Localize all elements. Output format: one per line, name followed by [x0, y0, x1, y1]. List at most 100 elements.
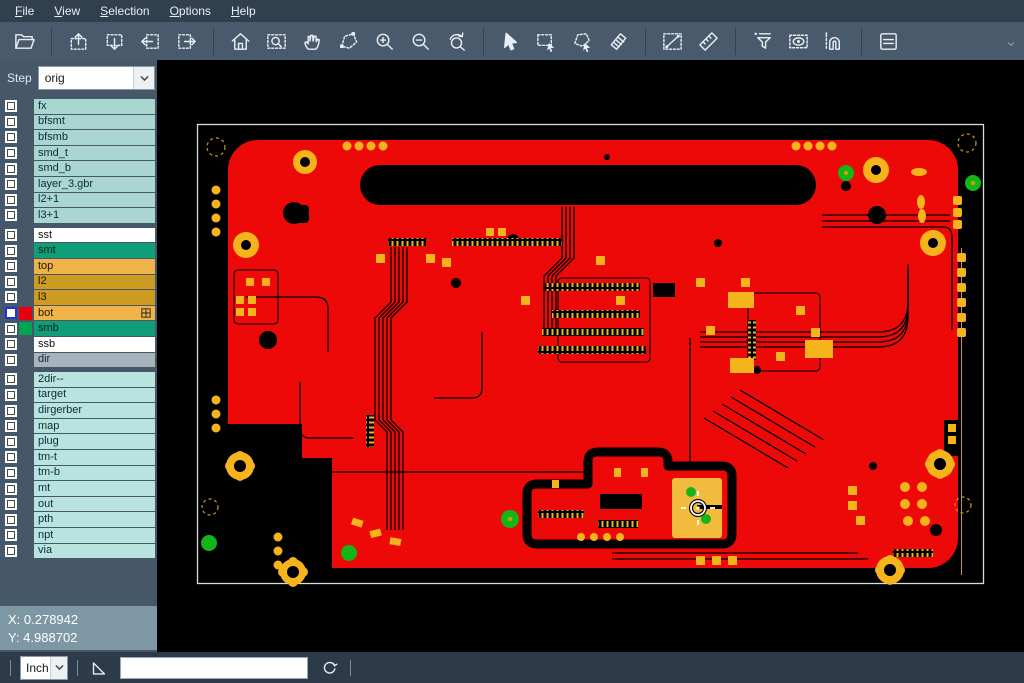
- layer-visibility-checkbox[interactable]: [5, 529, 17, 541]
- layer-visibility-checkbox[interactable]: [5, 373, 17, 385]
- layer-visibility-checkbox[interactable]: [5, 483, 17, 495]
- layer-visibility-checkbox[interactable]: [5, 245, 17, 257]
- layer-visibility-checkbox[interactable]: [5, 131, 17, 143]
- layer-label[interactable]: via: [34, 544, 155, 559]
- chevron-down-icon[interactable]: [50, 657, 67, 679]
- layer-label[interactable]: 2dir--: [34, 372, 155, 387]
- layers-panel-icon[interactable]: [873, 26, 904, 57]
- pan-hand-icon[interactable]: [297, 26, 328, 57]
- layer-visibility-checkbox[interactable]: [5, 405, 17, 417]
- layer-label[interactable]: ssb: [34, 337, 155, 352]
- layer-label[interactable]: layer_3.gbr: [34, 177, 155, 192]
- layer-label[interactable]: l2: [34, 275, 155, 290]
- layer-visibility-checkbox[interactable]: [5, 338, 17, 350]
- send-down-icon[interactable]: [99, 26, 130, 57]
- layer-visibility-checkbox[interactable]: [5, 100, 17, 112]
- angle-corner-icon[interactable]: [87, 656, 111, 680]
- zoom-in-icon[interactable]: [369, 26, 400, 57]
- layer-visibility-checkbox[interactable]: [5, 178, 17, 190]
- layer-label[interactable]: bot: [34, 306, 155, 321]
- layer-visibility-checkbox[interactable]: [5, 389, 17, 401]
- layer-label[interactable]: top: [34, 259, 155, 274]
- send-up-icon[interactable]: [63, 26, 94, 57]
- layer-visibility-checkbox[interactable]: [5, 354, 17, 366]
- layer-visibility-checkbox[interactable]: [5, 276, 17, 288]
- layer-label[interactable]: pth: [34, 512, 155, 527]
- command-input[interactable]: [120, 657, 308, 679]
- menu-view[interactable]: View: [44, 1, 90, 21]
- open-folder-icon[interactable]: [9, 26, 40, 57]
- select-polygon-icon[interactable]: [567, 26, 598, 57]
- filter-icon[interactable]: [747, 26, 778, 57]
- layer-label[interactable]: npt: [34, 528, 155, 543]
- unit-select[interactable]: Inch: [20, 656, 68, 680]
- pcb-viewport[interactable]: [157, 60, 1024, 652]
- layer-visibility-checkbox[interactable]: [5, 467, 17, 479]
- layer-visibility-checkbox[interactable]: [5, 307, 17, 319]
- layer-label[interactable]: smd_t: [34, 146, 155, 161]
- send-right-icon[interactable]: [171, 26, 202, 57]
- zoom-area-icon[interactable]: [261, 26, 292, 57]
- layer-label[interactable]: tm-b: [34, 466, 155, 481]
- send-left-icon[interactable]: [135, 26, 166, 57]
- ruler-icon[interactable]: [693, 26, 724, 57]
- measure-line-icon[interactable]: [657, 26, 688, 57]
- layer-label[interactable]: bfsmt: [34, 115, 155, 130]
- zoom-reset-icon[interactable]: [441, 26, 472, 57]
- layer-label[interactable]: dirgerber: [34, 403, 155, 418]
- zoom-out-icon[interactable]: [405, 26, 436, 57]
- layer-visibility-checkbox[interactable]: [5, 116, 17, 128]
- layer-visibility-checkbox[interactable]: [5, 514, 17, 526]
- grid-icon[interactable]: [141, 308, 151, 318]
- layer-label[interactable]: tm-t: [34, 450, 155, 465]
- layer-visibility-checkbox[interactable]: [5, 163, 17, 175]
- layer-label[interactable]: l3+1: [34, 208, 155, 223]
- menu-file[interactable]: File: [5, 1, 44, 21]
- menu-options[interactable]: Options: [160, 1, 221, 21]
- layer-label[interactable]: sst: [34, 228, 155, 243]
- layer-visibility-checkbox[interactable]: [5, 209, 17, 221]
- brush-icon[interactable]: [603, 26, 634, 57]
- layer-label[interactable]: target: [34, 388, 155, 403]
- layer-row-dirgerber: dirgerber: [0, 403, 157, 418]
- cursor-icon[interactable]: [495, 26, 526, 57]
- layer-label[interactable]: l2+1: [34, 193, 155, 208]
- toolbar-overflow-chevron-icon[interactable]: [1006, 36, 1016, 54]
- layer-label[interactable]: plug: [34, 434, 155, 449]
- layer-visibility-checkbox[interactable]: [5, 420, 17, 432]
- step-select[interactable]: orig: [38, 66, 155, 90]
- layer-visibility-checkbox[interactable]: [5, 147, 17, 159]
- layer-label[interactable]: smd_b: [34, 161, 155, 176]
- layer-label[interactable]: smt: [34, 243, 155, 258]
- layer-label[interactable]: map: [34, 419, 155, 434]
- view-eye-icon[interactable]: [783, 26, 814, 57]
- menu-help[interactable]: Help: [221, 1, 266, 21]
- menu-selection[interactable]: Selection: [90, 1, 159, 21]
- layer-label[interactable]: bfsmb: [34, 130, 155, 145]
- layer-visibility-checkbox[interactable]: [5, 498, 17, 510]
- snap-magnet-icon[interactable]: [819, 26, 850, 57]
- layer-visibility-checkbox[interactable]: [5, 291, 17, 303]
- layer-visibility-checkbox[interactable]: [5, 323, 17, 335]
- layer-color-swatch[interactable]: [19, 307, 32, 320]
- layer-visibility-checkbox[interactable]: [5, 545, 17, 557]
- layer-label[interactable]: dir: [34, 353, 155, 368]
- layer-visibility-checkbox[interactable]: [5, 260, 17, 272]
- layer-visibility-checkbox[interactable]: [5, 436, 17, 448]
- layer-visibility-checkbox[interactable]: [5, 229, 17, 241]
- layer-visibility-checkbox[interactable]: [5, 194, 17, 206]
- layer-label[interactable]: smb: [34, 321, 155, 336]
- zoom-polygon-icon[interactable]: [333, 26, 364, 57]
- home-icon[interactable]: [225, 26, 256, 57]
- layer-visibility-checkbox[interactable]: [5, 451, 17, 463]
- refresh-icon[interactable]: [317, 656, 341, 680]
- chevron-down-icon[interactable]: [133, 67, 154, 89]
- layer-row-dir: dir: [0, 353, 157, 368]
- layer-label[interactable]: out: [34, 497, 155, 512]
- layer-color-swatch[interactable]: [19, 322, 32, 335]
- select-rect-icon[interactable]: [531, 26, 562, 57]
- layer-color-slot: [17, 146, 34, 161]
- layer-label[interactable]: mt: [34, 481, 155, 496]
- layer-label[interactable]: fx: [34, 99, 155, 114]
- layer-label[interactable]: l3: [34, 290, 155, 305]
